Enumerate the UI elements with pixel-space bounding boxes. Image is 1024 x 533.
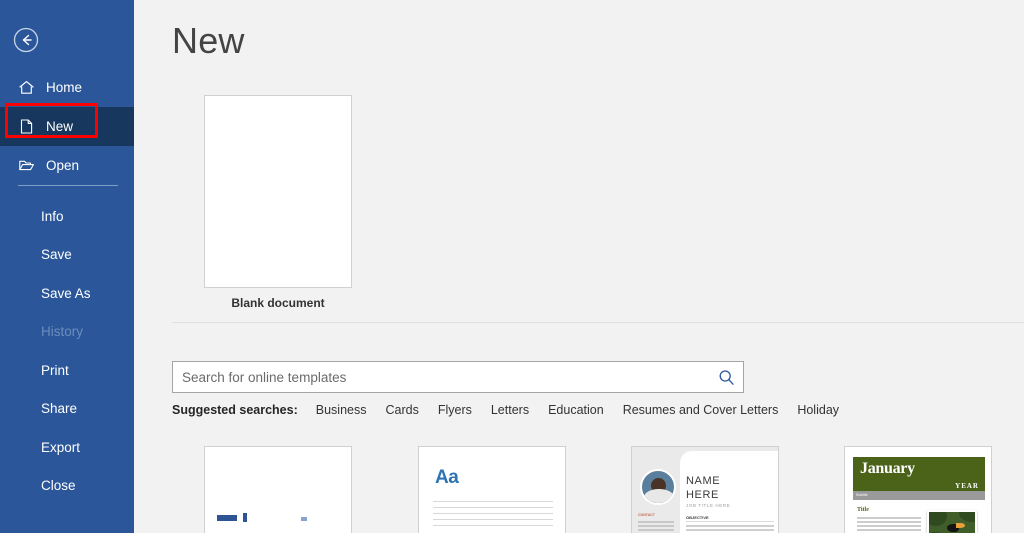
back-arrow-icon	[13, 27, 39, 53]
sidebar-item-open[interactable]: Open	[0, 146, 134, 185]
template-body-line	[686, 529, 774, 531]
template-subbar: Subtitle	[853, 491, 985, 500]
template-rule	[433, 513, 553, 514]
template-search-box[interactable]	[172, 361, 744, 393]
template-rule	[686, 521, 774, 522]
search-input[interactable]	[173, 362, 709, 392]
template-headline: Title	[857, 507, 869, 513]
template-year: YEAR	[955, 482, 979, 490]
folder-icon	[19, 160, 34, 171]
sidebar-item-close[interactable]: Close	[0, 467, 134, 506]
suggested-searches: Suggested searches: Business Cards Flyer…	[172, 403, 839, 417]
sidebar-item-export[interactable]: Export	[0, 428, 134, 467]
template-subbar-text: Subtitle	[856, 493, 868, 497]
sidebar-primary-nav: Home New Open	[0, 68, 134, 185]
search-button[interactable]	[709, 362, 743, 392]
sidebar-item-label: Home	[46, 80, 83, 95]
template-body-line	[857, 521, 921, 523]
template-card-newsletter[interactable]: January YEAR Subtitle Title	[844, 446, 992, 533]
back-button[interactable]	[12, 26, 40, 54]
template-name-line-1: NAME	[686, 475, 721, 487]
suggested-link-resumes-and-cover-letters[interactable]: Resumes and Cover Letters	[623, 403, 779, 417]
suggested-link-holiday[interactable]: Holiday	[797, 403, 839, 417]
suggested-link-flyers[interactable]: Flyers	[438, 403, 472, 417]
template-rule	[433, 507, 553, 508]
sidebar-item-label: Share	[41, 401, 78, 417]
sidebar-item-label: New	[46, 119, 74, 134]
template-rule	[433, 519, 553, 520]
template-masthead: January YEAR	[853, 457, 985, 491]
template-body-line	[857, 525, 921, 527]
template-job-title: JOB TITLE HERE	[686, 503, 731, 508]
page-icon	[20, 119, 33, 134]
template-photo-leaf	[929, 512, 947, 526]
template-body-line	[686, 525, 774, 527]
sidebar-item-label: Print	[41, 362, 69, 378]
template-name-line-2: HERE	[686, 489, 719, 501]
suggested-searches-label: Suggested searches:	[172, 403, 298, 417]
word-backstage-new-screen: Document1 [Compatibility Mode] - Word Pa…	[0, 0, 1024, 533]
sidebar-item-home[interactable]: Home	[0, 68, 134, 107]
template-card-single-spaced[interactable]	[204, 446, 352, 533]
home-icon	[19, 81, 34, 94]
sidebar-item-info[interactable]: Info	[0, 197, 134, 236]
sidebar-item-label: Export	[41, 439, 81, 455]
sidebar-item-label: Open	[46, 158, 80, 173]
template-photo-beak	[956, 523, 965, 528]
template-card-photo-resume[interactable]: NAME HERE JOB TITLE HERE OBJECTIVE EXPER…	[631, 446, 779, 533]
blank-document-caption: Blank document	[231, 296, 325, 310]
sidebar-item-label: Info	[41, 208, 64, 224]
template-preview-mark	[243, 513, 247, 522]
sidebar-item-share[interactable]: Share	[0, 390, 134, 429]
template-side-heading: CONTACT	[638, 513, 655, 517]
sidebar-item-label: Save	[41, 247, 72, 263]
search-icon	[719, 369, 734, 385]
sidebar-item-history: History	[0, 313, 134, 352]
template-preview-mark	[217, 515, 237, 521]
template-card-aa-resume[interactable]: Aa	[418, 446, 566, 533]
sidebar-item-save[interactable]: Save	[0, 236, 134, 275]
template-photo-leaf	[959, 512, 975, 522]
template-avatar	[640, 469, 676, 505]
template-rule	[433, 525, 553, 526]
template-section-heading: OBJECTIVE	[686, 515, 709, 520]
backstage-sidebar: Home New Open Info Save Save As History …	[0, 0, 134, 533]
template-body-line	[857, 517, 921, 519]
sidebar-item-label: Close	[41, 478, 76, 494]
template-body-line	[857, 529, 921, 531]
template-month: January	[860, 460, 915, 477]
sidebar-secondary-nav: Info Save Save As History Print Share Ex…	[0, 197, 134, 505]
sidebar-item-label: History	[41, 324, 84, 340]
suggested-link-cards[interactable]: Cards	[385, 403, 418, 417]
template-preview-mark	[301, 517, 307, 521]
suggested-link-business[interactable]: Business	[316, 403, 367, 417]
template-side-line	[638, 529, 674, 531]
template-gallery: Aa NAME HERE JOB TITLE HERE OBJECTIVE CO…	[134, 446, 1024, 533]
template-photo	[927, 510, 977, 533]
page-title: New	[172, 20, 245, 61]
backstage-content: New Blank document Suggested searches: B…	[134, 0, 1024, 533]
blank-document-tile[interactable]	[204, 95, 352, 288]
template-side-line	[638, 521, 674, 523]
template-aa-headline: Aa	[435, 467, 459, 488]
suggested-link-letters[interactable]: Letters	[491, 403, 529, 417]
suggested-link-education[interactable]: Education	[548, 403, 604, 417]
template-rule	[433, 501, 553, 502]
sidebar-item-save-as[interactable]: Save As	[0, 274, 134, 313]
sidebar-item-print[interactable]: Print	[0, 351, 134, 390]
sidebar-item-new[interactable]: New	[0, 107, 134, 146]
section-divider	[172, 322, 1024, 323]
sidebar-divider	[18, 185, 118, 186]
template-side-line	[638, 525, 674, 527]
sidebar-item-label: Save As	[41, 285, 91, 301]
template-avatar-coat	[644, 489, 674, 503]
